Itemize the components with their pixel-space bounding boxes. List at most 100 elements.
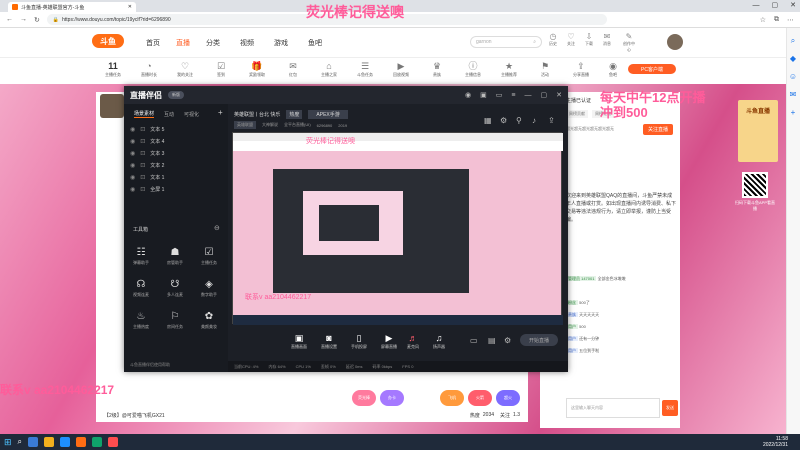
nav-live[interactable]: 直播	[176, 38, 190, 48]
toolbar-item-14[interactable]: ◉ 鱼吧	[600, 60, 626, 78]
menu-icon[interactable]: ≡	[511, 92, 515, 99]
follow-button[interactable]: 关注直播	[643, 124, 673, 135]
system-clock[interactable]: 11:58 2022/12/31	[763, 436, 796, 448]
layer-item[interactable]: ◉ ⊡ 文本 3	[130, 148, 220, 159]
follow-nav-button[interactable]: ♡ 关注	[564, 33, 578, 47]
toolbar-item-13[interactable]: ⇪ 分享直播	[568, 60, 594, 78]
lock-icon[interactable]: ⊡	[140, 150, 145, 157]
add-icon[interactable]: +	[788, 108, 798, 118]
ctrl-speaker[interactable]: ♫ 扬声器	[426, 332, 452, 350]
toolbar-item-4[interactable]: 🎁 奖励领取	[244, 60, 270, 78]
edge-icon[interactable]	[28, 437, 39, 447]
start-live-button[interactable]: 开始直播	[520, 334, 558, 346]
eye-icon[interactable]: ◉	[130, 138, 135, 145]
gift-rocket[interactable]: 火箭	[468, 390, 492, 406]
tool-danmu[interactable]: ☷ 弹幕助手	[126, 246, 156, 266]
ctrl-live-settings[interactable]: ◙ 直播设置	[316, 332, 342, 350]
lock-icon[interactable]: ⊡	[140, 138, 145, 145]
nav-video[interactable]: 视频	[240, 38, 254, 48]
stream-title[interactable]: 英雄联盟丨台北 快乐	[234, 111, 280, 118]
pin-icon[interactable]: ⚲	[516, 116, 522, 125]
history-button[interactable]: ◷ 历史	[546, 33, 560, 47]
browser-tab[interactable]: 斗鱼直播-英雄联盟官方-斗鱼 ✕	[8, 2, 136, 12]
maximize-icon[interactable]: ▢	[541, 91, 548, 99]
toolbar-item-tasks[interactable]: 11 主播任务	[100, 60, 126, 78]
pc-client-button[interactable]: PC客户端	[628, 64, 676, 74]
add-source-icon[interactable]: +	[218, 108, 223, 117]
reload-icon[interactable]: ↻	[34, 16, 40, 24]
toolbar-item-7[interactable]: ☰ 斗鱼任务	[352, 60, 378, 78]
ctrl-live-screen[interactable]: ▣ 直播画面	[286, 332, 312, 350]
folder-icon[interactable]: ▣	[480, 91, 487, 99]
avatar[interactable]	[667, 34, 683, 50]
toolbar-item-10[interactable]: ⓘ 主播信息	[460, 60, 486, 78]
companion-app-icon[interactable]	[108, 437, 119, 447]
tool-heat[interactable]: ♨ 主播热度	[126, 310, 156, 330]
tool-roomadmin[interactable]: ☗ 房管助手	[160, 246, 190, 266]
star-icon[interactable]: ☆	[760, 16, 766, 24]
minimize-button[interactable]: —	[753, 2, 760, 9]
tool-multi-link[interactable]: ☋ 多人连麦	[160, 278, 190, 298]
toolbar-item-6[interactable]: ⌂ 主播之家	[316, 60, 342, 78]
lock-icon[interactable]: ⊡	[140, 174, 145, 181]
tab-visual[interactable]: 可视化	[184, 111, 199, 118]
toolbar-item-9[interactable]: ♛ 贵族	[424, 60, 450, 78]
layer-item[interactable]: ◉ ⊡ 全屏 1	[130, 184, 220, 195]
layer-item[interactable]: ◉ ⊡ 文本 5	[130, 124, 220, 135]
toolbar-item-11[interactable]: ★ 主播推荐	[496, 60, 522, 78]
ctrl-screen-live[interactable]: ▶ 屏幕直播	[376, 332, 402, 350]
streamer-avatar[interactable]	[100, 94, 124, 118]
toolbar-item-1[interactable]: ◔ 直播时长	[136, 60, 162, 78]
user-icon[interactable]: ☺	[788, 72, 798, 82]
share-icon[interactable]: ⇪	[548, 116, 555, 125]
chat-input[interactable]: 这里输入聊天内容	[566, 398, 660, 418]
windows-start-icon[interactable]: ⊞	[4, 437, 12, 448]
tab-week-contrib[interactable]: 周榜贡献	[566, 110, 588, 118]
gift-super[interactable]: 超火	[496, 390, 520, 406]
toolbar-item-3[interactable]: ☑ 签到	[208, 60, 234, 78]
outlook-icon[interactable]: ✉	[788, 90, 798, 100]
nav-yuba[interactable]: 鱼吧	[308, 38, 322, 48]
bookmark-icon[interactable]: ◆	[788, 54, 798, 64]
download-button[interactable]: ⇩ 下载	[582, 33, 596, 47]
close-tab-icon[interactable]: ✕	[128, 4, 132, 10]
search-input[interactable]: garnon ⌕	[470, 36, 542, 48]
lock-icon[interactable]: ⊡	[140, 126, 145, 133]
ctrl-phone-cast[interactable]: ▯ 手机投屏	[346, 332, 372, 350]
gift-plane[interactable]: 飞机	[440, 390, 464, 406]
lock-icon[interactable]: ⊡	[140, 162, 145, 169]
eye-icon[interactable]: ◉	[130, 126, 135, 133]
category-select[interactable]: APEX手游	[308, 110, 348, 119]
nav-category[interactable]: 分类	[206, 38, 220, 48]
ctrl-microphone[interactable]: ♬ 麦克风	[400, 332, 426, 350]
toolbar-item-8[interactable]: ▶ 回放视频	[388, 60, 414, 78]
tool-digital[interactable]: ◈ 数字助手	[194, 278, 224, 298]
gear-icon[interactable]: ⚙	[504, 336, 511, 345]
minimize-icon[interactable]: —	[525, 92, 532, 99]
extensions-icon[interactable]: ⧉	[774, 16, 779, 24]
search-icon[interactable]: ⌕	[18, 437, 22, 447]
maximize-button[interactable]: ▢	[772, 1, 779, 9]
bell-icon[interactable]: ♪	[532, 116, 536, 125]
gift-glowstick[interactable]: 荧光棒	[352, 390, 376, 406]
search-icon[interactable]: ⌕	[788, 36, 798, 46]
douyu-logo[interactable]: 斗鱼	[92, 34, 124, 48]
avatar-icon[interactable]: ◉	[465, 91, 471, 99]
wechat-icon[interactable]	[92, 437, 103, 447]
layer-item[interactable]: ◉ ⊡ 文本 1	[130, 172, 220, 183]
nav-game[interactable]: 游戏	[274, 38, 288, 48]
message-button[interactable]: ✉ 消息	[600, 33, 614, 47]
tool-room-task[interactable]: ⚐ 房间任务	[160, 310, 190, 330]
companion-help-link[interactable]: 斗鱼直播伴侣使用帮助	[130, 362, 170, 368]
lock-icon[interactable]: ⊡	[140, 186, 145, 193]
task-icon[interactable]: ▦	[484, 116, 492, 125]
tab-scene[interactable]: 场景素材	[134, 110, 155, 118]
tab-interact[interactable]: 互动	[164, 111, 174, 118]
creator-button[interactable]: ✎ 创作中心	[622, 33, 636, 53]
toolbar-item-2[interactable]: ♡ 我的关注	[172, 60, 198, 78]
eye-icon[interactable]: ◉	[130, 162, 135, 169]
douyu-app-icon[interactable]	[76, 437, 87, 447]
back-icon[interactable]: ←	[6, 16, 13, 23]
tool-task[interactable]: ☑ 主播任务	[194, 246, 224, 266]
eye-icon[interactable]: ◉	[130, 186, 135, 193]
